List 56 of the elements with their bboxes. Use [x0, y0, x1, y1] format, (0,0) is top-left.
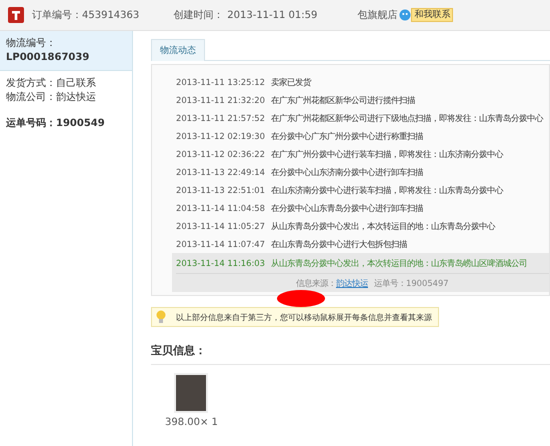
- event-row[interactable]: 2013-11-13 22:51:01 在山东济南分拨中心进行装车扫描，即将发往：山东青岛分拨中心: [172, 181, 549, 199]
- event-time: 2013-11-13 22:49:14: [176, 166, 265, 178]
- tip-text: 以上部分信息来自于第三方，您可以移动鼠标展开每条信息并查看其来源: [176, 312, 432, 322]
- event-row[interactable]: 2013-11-14 11:05:27 从山东青岛分拨中心发出，本次转运目的地：山东青岛分拨中心: [172, 217, 549, 235]
- contact-button[interactable]: 和我联系: [411, 8, 454, 22]
- event-description: 从山东青岛分拨中心发出，本次转运目的地：山东青岛崂山区啤酒城公司: [270, 257, 527, 269]
- logo-icon: [8, 7, 24, 23]
- event-row[interactable]: 2013-11-11 21:32:20 在广东广州花都区新华公司进行揽件扫描: [172, 91, 549, 109]
- event-row[interactable]: 2013-11-11 13:25:12 卖家已发货: [172, 73, 549, 91]
- event-description: 在广东广州花都区新华公司进行下级地点扫描，即将发往：山东青岛分拨中心: [270, 112, 543, 124]
- event-description: 卖家已发货: [270, 76, 311, 88]
- event-description: 在分拨中心广东广州分拨中心进行称重扫描: [270, 130, 423, 142]
- event-description: 在分拨中心山东青岛分拨中心进行卸车扫描: [270, 202, 423, 214]
- event-description: 在分拨中心山东济南分拨中心进行卸车扫描: [270, 166, 423, 178]
- shop-name[interactable]: 包旗舰店: [357, 8, 398, 22]
- logistics-company: 物流公司：韵达快运: [6, 91, 97, 105]
- lightbulb-icon: [156, 310, 166, 324]
- logistics-number: LP0001867039: [6, 51, 90, 65]
- event-description: 在广东广州花都区新华公司进行揽件扫描: [270, 94, 415, 106]
- event-time: 2013-11-14 11:05:27: [176, 220, 265, 232]
- event-row[interactable]: 2013-11-14 11:04:58 在分拨中心山东青岛分拨中心进行卸车扫描: [172, 199, 549, 217]
- created-time: 2013-11-11 01:59: [227, 10, 318, 20]
- event-row[interactable]: 2013-11-14 11:07:47 在山东青岛分拨中心进行大包拆包扫描: [172, 235, 549, 253]
- event-row[interactable]: 2013-11-13 22:49:14 在分拨中心山东济南分拨中心进行卸车扫描: [172, 163, 549, 181]
- chat-bubble-icon: [399, 9, 412, 21]
- event-description: 在山东济南分拨中心进行装车扫描，即将发往：山东青岛分拨中心: [270, 184, 503, 196]
- tab[interactable]: 物流动态: [151, 39, 205, 61]
- highlighted-event-row[interactable]: 2013-11-14 11:16:03 从山东青岛分拨中心发出，本次转运目的地：山东青岛崂山区啤酒城公司 信息来源：韵达快运 运单号：19005497: [172, 253, 549, 292]
- event-time: 2013-11-14 11:07:47: [176, 238, 265, 250]
- items-title: 宝贝信息：: [151, 343, 550, 365]
- event-time: 2013-11-14 11:16:03: [176, 257, 265, 269]
- event-time: 2013-11-13 22:51:01: [176, 184, 265, 196]
- event-row[interactable]: 2013-11-12 02:36:22 在广东广州分拨中心进行装车扫描，即将发往：山东济南分拨中心: [172, 145, 549, 163]
- shipping-method: 发货方式：自己联系: [6, 77, 97, 91]
- event-row[interactable]: 2013-11-11 21:57:52 在广东广州花都区新华公司进行下级地点扫描，即将发往：山东青岛分拨中心: [172, 109, 549, 127]
- source-link[interactable]: 韵达快运: [336, 278, 368, 288]
- waybill-number: 运单号：19005497: [374, 278, 449, 288]
- item-price: 398.00× 1: [165, 417, 218, 428]
- event-time: 2013-11-12 02:36:22: [176, 148, 265, 160]
- event-row[interactable]: 2013-11-12 02:19:30 在分拨中心广东广州分拨中心进行称重扫描: [172, 127, 549, 145]
- event-description: 在山东青岛分拨中心进行大包拆包扫描: [270, 238, 407, 250]
- event-time: 2013-11-11 21:57:52: [176, 112, 265, 124]
- event-time: 2013-11-12 02:19:30: [176, 130, 265, 142]
- event-description: 在广东广州分拨中心进行装车扫描，即将发往：山东济南分拨中心: [270, 148, 503, 160]
- redaction-mark: [277, 290, 325, 307]
- order-label: 订单编号：: [32, 8, 82, 22]
- event-time: 2013-11-14 11:04:58: [176, 202, 265, 214]
- event-time: 2013-11-11 13:25:12: [176, 76, 265, 88]
- created-label: 创建时间：: [173, 8, 224, 22]
- source-label: 信息来源：: [296, 278, 336, 288]
- event-description: 从山东青岛分拨中心发出，本次转运目的地：山东青岛分拨中心: [270, 220, 495, 232]
- order-number: 453914363: [82, 10, 140, 20]
- logistics-number-label: 物流编号：: [6, 37, 57, 51]
- waybill-number: 运单号码：1900549: [6, 117, 106, 131]
- event-time: 2013-11-11 21:32:20: [176, 94, 265, 106]
- photo-placeholder[interactable]: [174, 373, 208, 413]
